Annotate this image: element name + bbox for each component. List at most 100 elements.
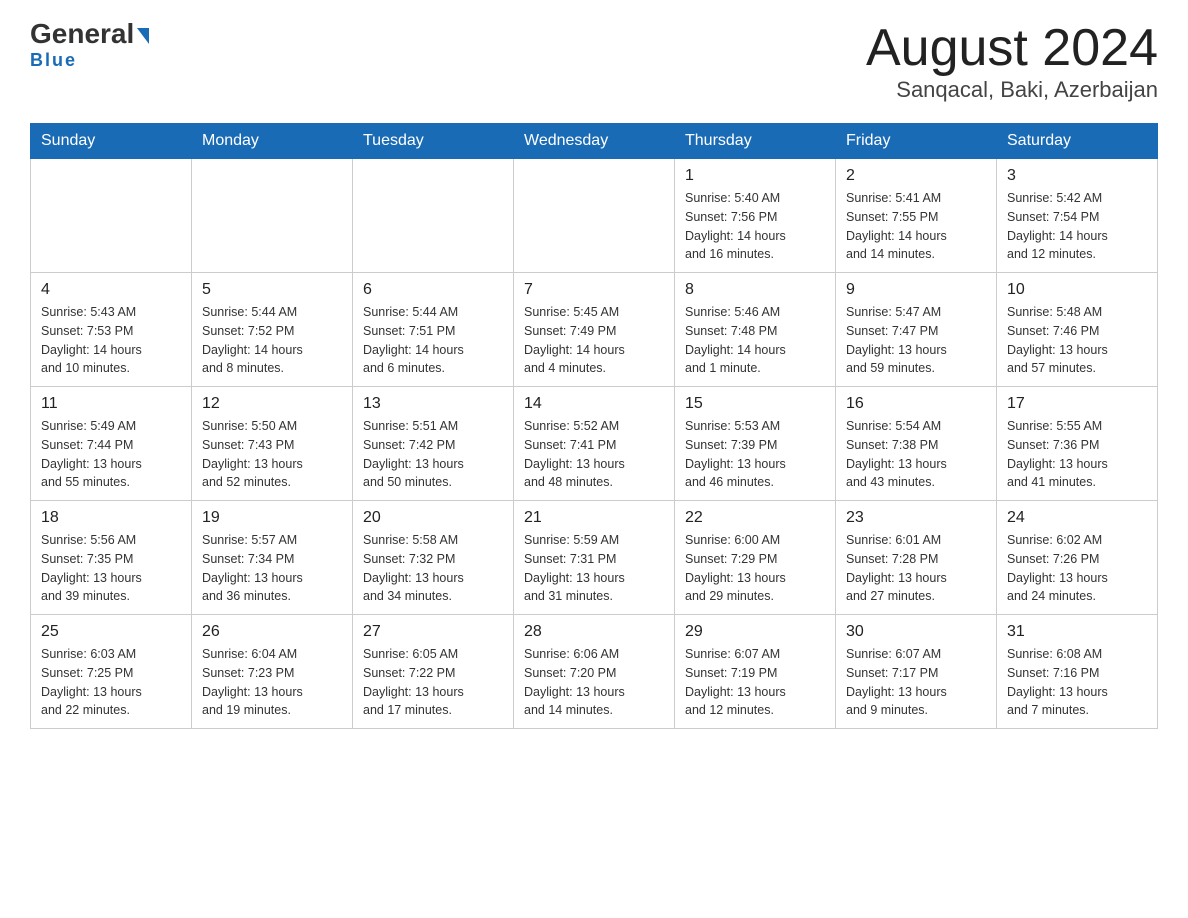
calendar-cell: 8 Sunrise: 5:46 AMSunset: 7:48 PMDaylight… [675, 273, 836, 387]
location: Sanqacal, Baki, Azerbaijan [866, 77, 1158, 103]
day-number: 31 [1007, 623, 1147, 641]
calendar-week-row: 25Sunrise: 6:03 AMSunset: 7:25 PMDayligh… [31, 615, 1158, 729]
calendar-cell: 3 Sunrise: 5:42 AMSunset: 7:54 PMDaylight… [997, 159, 1158, 273]
day-number: 23 [846, 509, 986, 527]
day-info: Sunrise: 5:49 AMSunset: 7:44 PMDaylight:… [41, 417, 181, 492]
calendar-cell: 10 Sunrise: 5:48 AMSunset: 7:46 PMDayligh… [997, 273, 1158, 387]
day-info: Sunrise: 6:05 AMSunset: 7:22 PMDaylight:… [363, 645, 503, 720]
logo-blue: Blue [30, 50, 77, 71]
calendar-cell: 12 Sunrise: 5:50 AMSunset: 7:43 PMDayligh… [192, 387, 353, 501]
day-number: 27 [363, 623, 503, 641]
day-number: 11 [41, 395, 181, 413]
calendar-cell: 31 Sunrise: 6:08 AMSunset: 7:16 PMDayligh… [997, 615, 1158, 729]
day-number: 1 [685, 167, 825, 185]
day-info: Sunrise: 5:54 AMSunset: 7:38 PMDaylight:… [846, 417, 986, 492]
calendar-cell: 20Sunrise: 5:58 AMSunset: 7:32 PMDayligh… [353, 501, 514, 615]
calendar-cell: 28Sunrise: 6:06 AMSunset: 7:20 PMDayligh… [514, 615, 675, 729]
page-header: General Blue August 2024 Sanqacal, Baki,… [30, 20, 1158, 103]
day-number: 12 [202, 395, 342, 413]
calendar-week-row: 4 Sunrise: 5:43 AMSunset: 7:53 PMDaylight… [31, 273, 1158, 387]
day-info: Sunrise: 5:46 AMSunset: 7:48 PMDaylight:… [685, 303, 825, 378]
logo-general: General [30, 20, 149, 48]
calendar-cell: 14Sunrise: 5:52 AMSunset: 7:41 PMDayligh… [514, 387, 675, 501]
day-number: 24 [1007, 509, 1147, 527]
weekday-header-thursday: Thursday [675, 124, 836, 159]
weekday-header-monday: Monday [192, 124, 353, 159]
calendar-cell: 15Sunrise: 5:53 AMSunset: 7:39 PMDayligh… [675, 387, 836, 501]
weekday-header-tuesday: Tuesday [353, 124, 514, 159]
day-number: 22 [685, 509, 825, 527]
weekday-header-saturday: Saturday [997, 124, 1158, 159]
day-info: Sunrise: 5:44 AMSunset: 7:52 PMDaylight:… [202, 303, 342, 378]
calendar-cell: 19Sunrise: 5:57 AMSunset: 7:34 PMDayligh… [192, 501, 353, 615]
calendar-cell: 6 Sunrise: 5:44 AMSunset: 7:51 PMDaylight… [353, 273, 514, 387]
day-info: Sunrise: 6:02 AMSunset: 7:26 PMDaylight:… [1007, 531, 1147, 606]
day-info: Sunrise: 6:08 AMSunset: 7:16 PMDaylight:… [1007, 645, 1147, 720]
calendar-cell: 27 Sunrise: 6:05 AMSunset: 7:22 PMDayligh… [353, 615, 514, 729]
day-info: Sunrise: 5:52 AMSunset: 7:41 PMDaylight:… [524, 417, 664, 492]
logo-triangle-icon [137, 28, 149, 44]
calendar-cell [514, 159, 675, 273]
calendar-table: SundayMondayTuesdayWednesdayThursdayFrid… [30, 123, 1158, 729]
day-number: 4 [41, 281, 181, 299]
calendar-cell [353, 159, 514, 273]
day-number: 2 [846, 167, 986, 185]
day-info: Sunrise: 6:01 AMSunset: 7:28 PMDaylight:… [846, 531, 986, 606]
day-info: Sunrise: 5:57 AMSunset: 7:34 PMDaylight:… [202, 531, 342, 606]
day-number: 10 [1007, 281, 1147, 299]
day-info: Sunrise: 6:04 AMSunset: 7:23 PMDaylight:… [202, 645, 342, 720]
calendar-cell: 5 Sunrise: 5:44 AMSunset: 7:52 PMDaylight… [192, 273, 353, 387]
calendar-cell: 25Sunrise: 6:03 AMSunset: 7:25 PMDayligh… [31, 615, 192, 729]
calendar-cell: 7Sunrise: 5:45 AMSunset: 7:49 PMDaylight… [514, 273, 675, 387]
calendar-header: SundayMondayTuesdayWednesdayThursdayFrid… [31, 124, 1158, 159]
weekday-header-row: SundayMondayTuesdayWednesdayThursdayFrid… [31, 124, 1158, 159]
calendar-cell: 29Sunrise: 6:07 AMSunset: 7:19 PMDayligh… [675, 615, 836, 729]
day-number: 16 [846, 395, 986, 413]
calendar-body: 1 Sunrise: 5:40 AMSunset: 7:56 PMDaylight… [31, 159, 1158, 729]
day-info: Sunrise: 5:59 AMSunset: 7:31 PMDaylight:… [524, 531, 664, 606]
day-number: 13 [363, 395, 503, 413]
calendar-cell: 9 Sunrise: 5:47 AMSunset: 7:47 PMDaylight… [836, 273, 997, 387]
calendar-cell [31, 159, 192, 273]
weekday-header-wednesday: Wednesday [514, 124, 675, 159]
calendar-cell: 24 Sunrise: 6:02 AMSunset: 7:26 PMDayligh… [997, 501, 1158, 615]
day-number: 26 [202, 623, 342, 641]
day-info: Sunrise: 5:40 AMSunset: 7:56 PMDaylight:… [685, 189, 825, 264]
weekday-header-sunday: Sunday [31, 124, 192, 159]
day-number: 8 [685, 281, 825, 299]
calendar-cell: 18 Sunrise: 5:56 AMSunset: 7:35 PMDayligh… [31, 501, 192, 615]
calendar-cell: 17Sunrise: 5:55 AMSunset: 7:36 PMDayligh… [997, 387, 1158, 501]
calendar-cell: 4 Sunrise: 5:43 AMSunset: 7:53 PMDaylight… [31, 273, 192, 387]
day-number: 9 [846, 281, 986, 299]
day-number: 5 [202, 281, 342, 299]
day-info: Sunrise: 5:47 AMSunset: 7:47 PMDaylight:… [846, 303, 986, 378]
month-title: August 2024 [866, 20, 1158, 77]
calendar-cell: 13 Sunrise: 5:51 AMSunset: 7:42 PMDayligh… [353, 387, 514, 501]
day-info: Sunrise: 5:42 AMSunset: 7:54 PMDaylight:… [1007, 189, 1147, 264]
day-info: Sunrise: 6:03 AMSunset: 7:25 PMDaylight:… [41, 645, 181, 720]
day-info: Sunrise: 6:00 AMSunset: 7:29 PMDaylight:… [685, 531, 825, 606]
day-number: 21 [524, 509, 664, 527]
day-info: Sunrise: 6:06 AMSunset: 7:20 PMDaylight:… [524, 645, 664, 720]
day-info: Sunrise: 5:41 AMSunset: 7:55 PMDaylight:… [846, 189, 986, 264]
day-info: Sunrise: 5:48 AMSunset: 7:46 PMDaylight:… [1007, 303, 1147, 378]
calendar-week-row: 18 Sunrise: 5:56 AMSunset: 7:35 PMDayligh… [31, 501, 1158, 615]
calendar-week-row: 11 Sunrise: 5:49 AMSunset: 7:44 PMDayligh… [31, 387, 1158, 501]
day-info: Sunrise: 5:50 AMSunset: 7:43 PMDaylight:… [202, 417, 342, 492]
calendar-cell: 2 Sunrise: 5:41 AMSunset: 7:55 PMDaylight… [836, 159, 997, 273]
day-info: Sunrise: 5:45 AMSunset: 7:49 PMDaylight:… [524, 303, 664, 378]
day-number: 18 [41, 509, 181, 527]
weekday-header-friday: Friday [836, 124, 997, 159]
day-info: Sunrise: 5:51 AMSunset: 7:42 PMDaylight:… [363, 417, 503, 492]
day-number: 6 [363, 281, 503, 299]
day-info: Sunrise: 5:58 AMSunset: 7:32 PMDaylight:… [363, 531, 503, 606]
day-info: Sunrise: 5:55 AMSunset: 7:36 PMDaylight:… [1007, 417, 1147, 492]
day-info: Sunrise: 5:56 AMSunset: 7:35 PMDaylight:… [41, 531, 181, 606]
calendar-cell: 26 Sunrise: 6:04 AMSunset: 7:23 PMDayligh… [192, 615, 353, 729]
title-section: August 2024 Sanqacal, Baki, Azerbaijan [866, 20, 1158, 103]
day-info: Sunrise: 5:43 AMSunset: 7:53 PMDaylight:… [41, 303, 181, 378]
day-number: 30 [846, 623, 986, 641]
day-number: 3 [1007, 167, 1147, 185]
day-info: Sunrise: 5:44 AMSunset: 7:51 PMDaylight:… [363, 303, 503, 378]
calendar-cell: 23 Sunrise: 6:01 AMSunset: 7:28 PMDayligh… [836, 501, 997, 615]
